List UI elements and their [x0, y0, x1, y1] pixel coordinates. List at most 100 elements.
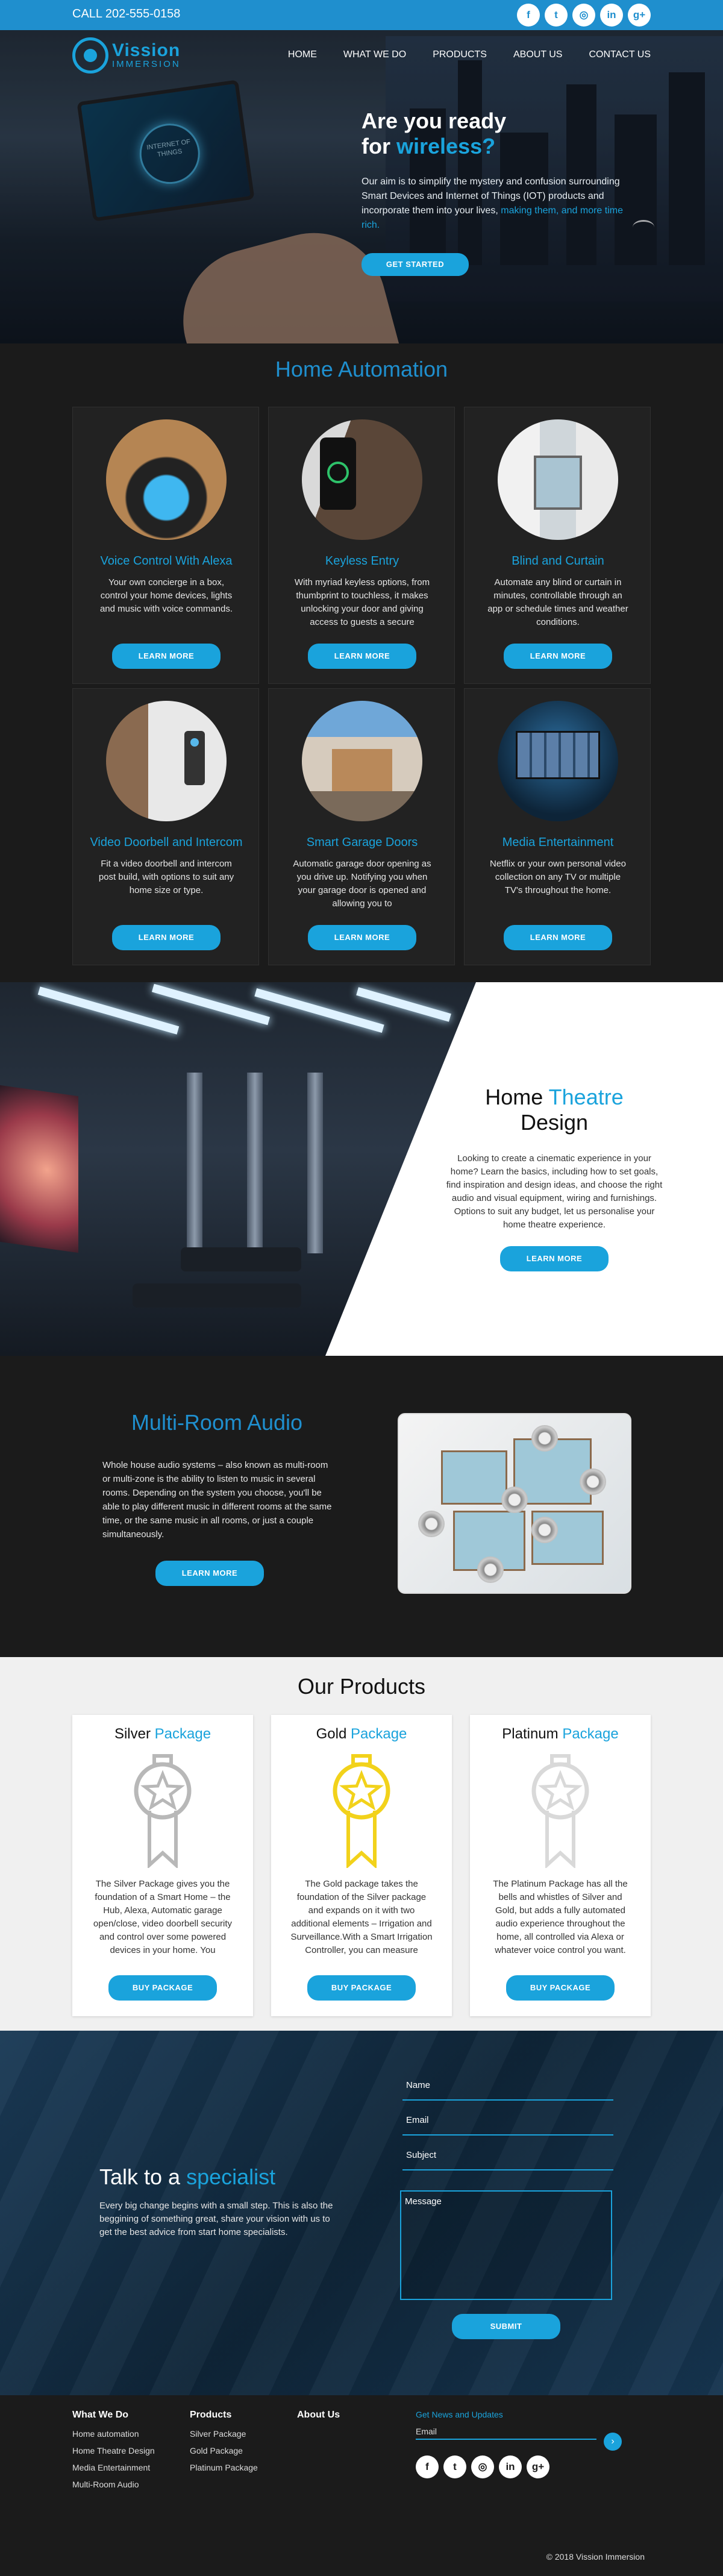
floor-plan-image [398, 1413, 631, 1594]
learn-more-button[interactable]: LEARN MORE [112, 925, 221, 950]
medal-icon [333, 1754, 390, 1868]
contact-section: Talk to a specialist Every big change be… [0, 2031, 723, 2395]
newsletter-label: Get News and Updates [416, 2410, 503, 2419]
twitter-icon[interactable]: t [443, 2455, 466, 2478]
footer-link[interactable]: Gold Package [190, 2446, 258, 2455]
card-title: Media Entertainment [502, 836, 614, 849]
blinds-image [498, 419, 618, 540]
facebook-icon[interactable]: f [517, 4, 540, 27]
nav-contact-us[interactable]: CONTACT US [589, 49, 651, 60]
keyless-entry-image [302, 419, 422, 540]
theatre-heading: Home Theatre Design [485, 1085, 624, 1135]
automation-card: Voice Control With Alexa Your own concie… [72, 407, 259, 684]
product-card: Silver Package The Silver Package gives y… [72, 1715, 253, 2016]
contact-heading: Talk to a specialist [99, 2164, 276, 2189]
automation-card: Media Entertainment Netflix or your own … [464, 688, 651, 965]
card-title: Keyless Entry [325, 554, 399, 568]
learn-more-button[interactable]: LEARN MORE [155, 1561, 264, 1586]
main-nav: HOME WHAT WE DO PRODUCTS ABOUT US CONTAC… [288, 49, 651, 60]
product-description: The Silver Package gives you the foundat… [93, 1879, 233, 1955]
multiroom-description: Whole house audio systems – also known a… [102, 1460, 332, 1540]
footer-link[interactable]: Media Entertainment [72, 2463, 155, 2472]
section-title: Our Products [297, 1674, 426, 1699]
hero-copy: Are you ready for wireless? Our aim is t… [362, 108, 633, 276]
card-text: Your own concierge in a box, control you… [99, 577, 233, 614]
learn-more-button[interactable]: LEARN MORE [112, 644, 221, 669]
buy-package-button[interactable]: BUY PACKAGE [307, 1975, 416, 2001]
learn-more-button[interactable]: LEARN MORE [500, 1246, 609, 1271]
garage-door-image [302, 701, 422, 821]
card-text: Automate any blind or curtain in minutes… [487, 577, 628, 627]
product-description: The Platinum Package has all the bells a… [493, 1879, 628, 1955]
automation-card: Blind and Curtain Automate any blind or … [464, 407, 651, 684]
name-field[interactable]: Name [402, 2074, 613, 2101]
phone-number[interactable]: CALL 202-555-0158 [72, 7, 180, 21]
footer-link[interactable]: Platinum Package [190, 2463, 258, 2472]
email-field[interactable]: Email [402, 2109, 613, 2136]
logo-mark-icon [72, 37, 108, 74]
home-automation-section: Home Automation Voice Control With Alexa… [0, 343, 723, 982]
footer-link[interactable]: Multi-Room Audio [72, 2480, 155, 2489]
learn-more-button[interactable]: LEARN MORE [308, 925, 416, 950]
google-plus-icon[interactable]: g+ [628, 4, 651, 27]
products-section: Our Products Silver Package The Silver Pa… [0, 1657, 723, 2031]
footer-heading: Products [190, 2410, 232, 2420]
footer-about-us: About Us [297, 2410, 340, 2429]
buy-package-button[interactable]: BUY PACKAGE [506, 1975, 615, 2001]
medal-icon [134, 1754, 192, 1868]
nav-about-us[interactable]: ABOUT US [513, 49, 563, 60]
automation-card: Video Doorbell and Intercom Fit a video … [72, 688, 259, 965]
footer-link[interactable]: Silver Package [190, 2429, 258, 2439]
theatre-room-image [0, 982, 476, 1356]
hero-description: Our aim is to simplify the mystery and c… [362, 177, 623, 230]
media-entertainment-image [498, 701, 618, 821]
card-title: Video Doorbell and Intercom [90, 836, 243, 849]
google-plus-icon[interactable]: g+ [527, 2455, 549, 2478]
multi-room-audio-section: Multi-Room Audio Whole house audio syste… [0, 1356, 723, 1657]
instagram-icon[interactable]: ◎ [572, 4, 595, 27]
theatre-copy: Home Theatre Design Looking to create a … [446, 1085, 663, 1271]
message-field[interactable]: Message [400, 2190, 612, 2300]
product-title: Platinum Package [502, 1726, 619, 1742]
instagram-icon[interactable]: ◎ [471, 2455, 494, 2478]
facebook-icon[interactable]: f [416, 2455, 439, 2478]
get-started-button[interactable]: GET STARTED [362, 253, 469, 276]
footer-what-we-do: What We Do Home automation Home Theatre … [72, 2410, 155, 2496]
contact-description: Every big change begins with a small ste… [99, 2201, 333, 2237]
wifi-icon [633, 220, 654, 234]
alexa-image [106, 419, 227, 540]
linkedin-icon[interactable]: in [499, 2455, 522, 2478]
nav-home[interactable]: HOME [288, 49, 317, 60]
home-theatre-section: Home Theatre Design Looking to create a … [0, 982, 723, 1356]
card-title: Smart Garage Doors [306, 836, 418, 849]
footer-heading[interactable]: About Us [297, 2410, 340, 2421]
social-links: f t ◎ in g+ [517, 4, 651, 27]
learn-more-button[interactable]: LEARN MORE [308, 644, 416, 669]
nav-what-we-do[interactable]: WHAT WE DO [343, 49, 406, 60]
logo[interactable]: Vission IMMERSION [72, 37, 181, 74]
footer-social-links: f t ◎ in g+ [416, 2455, 549, 2478]
learn-more-button[interactable]: LEARN MORE [504, 925, 612, 950]
arrow-right-icon[interactable]: › [604, 2433, 622, 2451]
card-text: With myriad keyless options, from thumbp… [294, 577, 430, 627]
card-title: Blind and Curtain [512, 554, 604, 568]
copyright: © 2018 Vission Immersion [546, 2552, 645, 2562]
footer-link[interactable]: Home automation [72, 2429, 155, 2439]
twitter-icon[interactable]: t [545, 4, 568, 27]
product-card: Platinum Package The Platinum Package has… [470, 1715, 651, 2016]
video-doorbell-image [106, 701, 227, 821]
cinema-screen [0, 1085, 78, 1253]
logo-sub: IMMERSION [112, 58, 181, 69]
footer-link[interactable]: Home Theatre Design [72, 2446, 155, 2455]
theatre-description: Looking to create a cinematic experience… [446, 1153, 663, 1230]
subject-field[interactable]: Subject [402, 2144, 613, 2170]
nav-products[interactable]: PRODUCTS [433, 49, 487, 60]
buy-package-button[interactable]: BUY PACKAGE [108, 1975, 217, 2001]
linkedin-icon[interactable]: in [600, 4, 623, 27]
submit-button[interactable]: SUBMIT [452, 2314, 560, 2339]
logo-name: Vission [112, 40, 181, 60]
learn-more-button[interactable]: LEARN MORE [504, 644, 612, 669]
hero-section: INTERNET OF THINGS Vission IMMERSION HOM… [0, 0, 723, 343]
card-title: Voice Control With Alexa [100, 554, 233, 568]
newsletter-email-input[interactable]: Email [416, 2427, 596, 2440]
